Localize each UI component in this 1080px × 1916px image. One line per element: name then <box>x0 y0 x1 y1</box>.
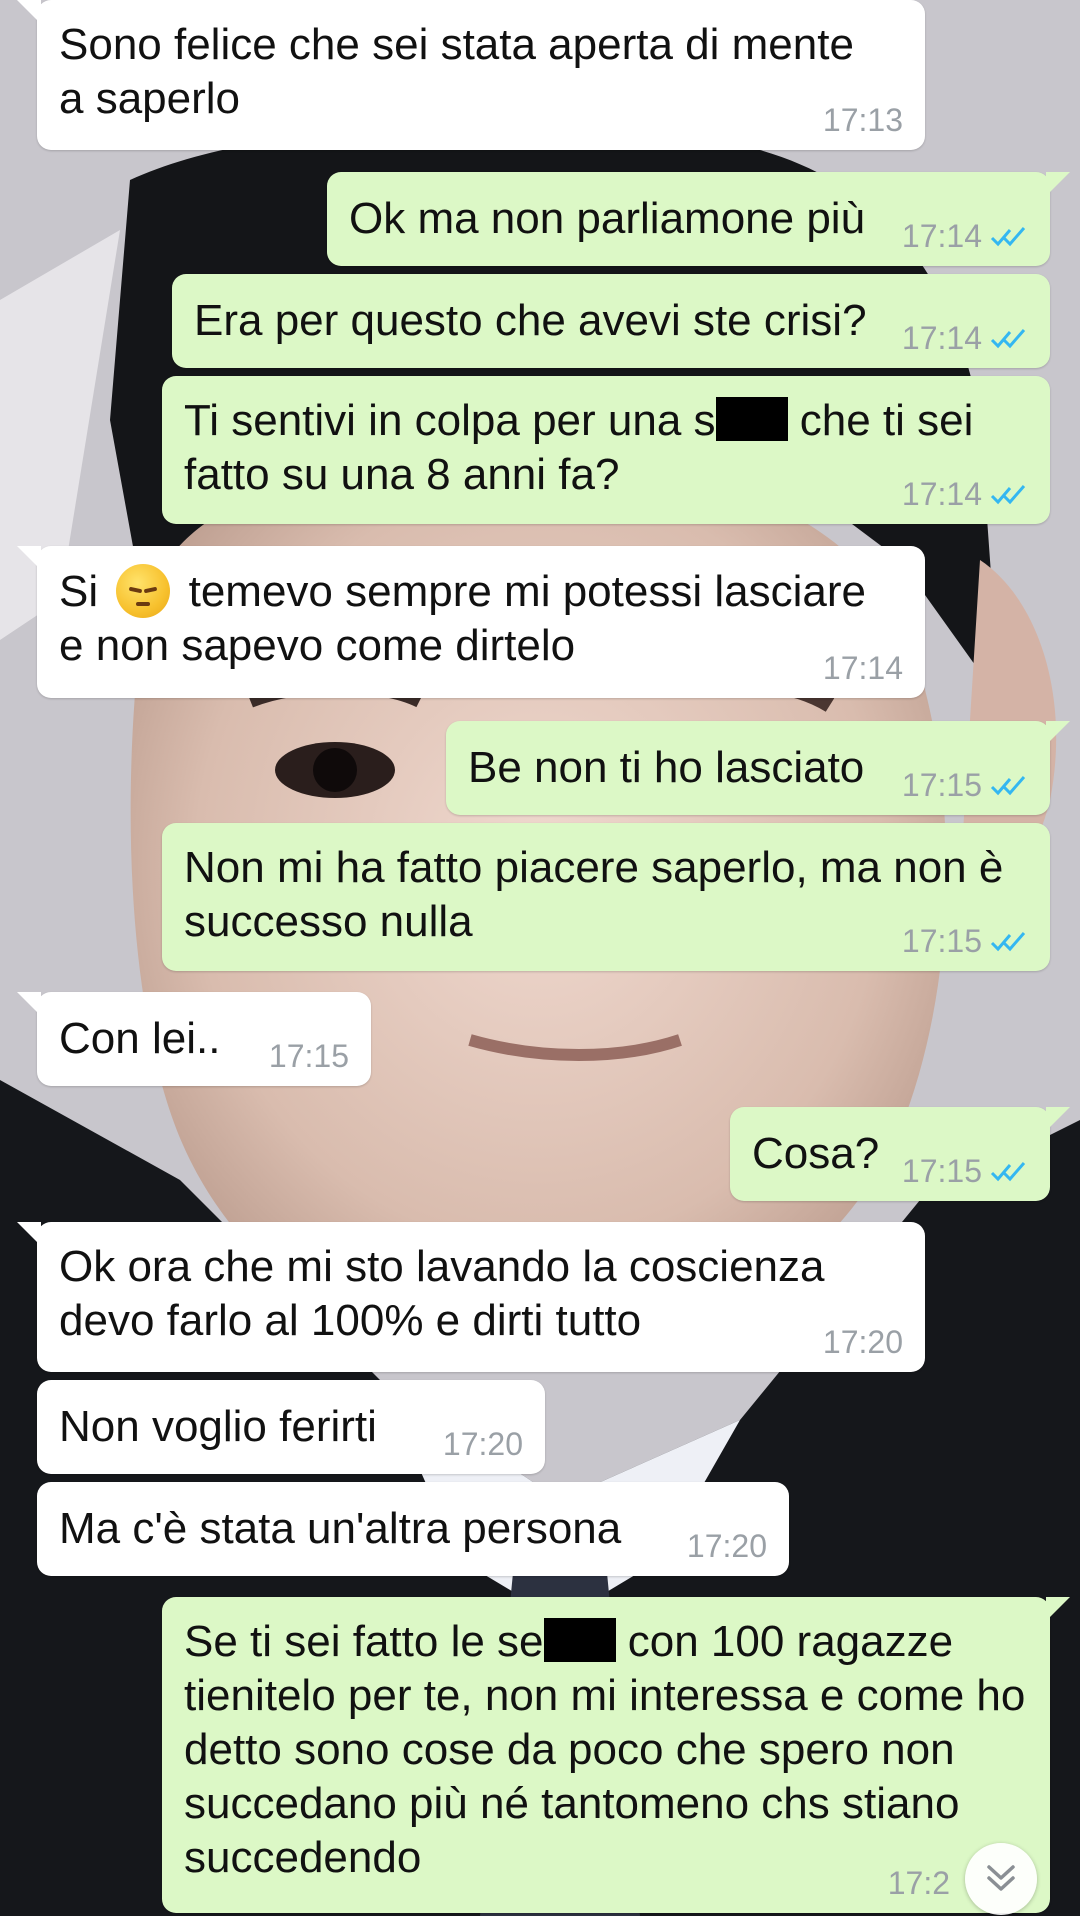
pensive-face-emoji <box>116 564 171 618</box>
message-bubble-outgoing[interactable]: Ok ma non parliamone più 17:14 <box>327 172 1070 266</box>
message-list[interactable]: Sono felice che sei stata aperta di ment… <box>0 0 1080 1916</box>
message-time: 17:14 <box>901 320 982 356</box>
redacted-word <box>543 1618 616 1662</box>
read-ticks-icon <box>990 776 1026 796</box>
message-bubble-outgoing[interactable]: Se ti sei fatto le se con 100 ragazze ti… <box>162 1597 1070 1913</box>
message-text: Ok ora che mi sto lavando la coscienza d… <box>59 1242 825 1345</box>
message-text: Si temevo sempre mi potessi lasciare e n… <box>59 564 899 673</box>
message-time: 17:15 <box>901 923 982 959</box>
message-text: Ok ma non parliamone più <box>349 194 866 243</box>
message-text: Be non ti ho lasciato <box>468 743 865 792</box>
message-time: 17:15 <box>901 1153 982 1189</box>
message-text: Ma c'è stata un'altra persona <box>59 1504 622 1553</box>
message-time: 17:20 <box>822 1324 903 1360</box>
message-bubble-outgoing[interactable]: Ti sentivi in colpa per una s che ti sei… <box>162 376 1050 524</box>
message-text: Se ti sei fatto le se con 100 ragazze ti… <box>184 1617 1026 1882</box>
message-time: 17:14 <box>901 218 982 254</box>
message-time: 17:15 <box>901 767 982 803</box>
message-bubble-outgoing[interactable]: Be non ti ho lasciato 17:15 <box>446 721 1070 815</box>
double-chevron-down-icon <box>987 1865 1015 1891</box>
message-text: Cosa? <box>752 1129 880 1178</box>
message-time: 17:20 <box>686 1528 767 1564</box>
message-bubble-incoming[interactable]: Con lei.. 17:15 <box>17 992 371 1086</box>
read-ticks-icon <box>990 227 1026 247</box>
message-text: Era per questo che avevi ste crisi? <box>194 296 867 345</box>
message-text: Sono felice che sei stata aperta di ment… <box>59 20 854 123</box>
message-text: Non voglio ferirti <box>59 1402 377 1451</box>
message-bubble-outgoing[interactable]: Era per questo che avevi ste crisi? 17:1… <box>172 274 1050 368</box>
message-bubble-incoming[interactable]: Ma c'è stata un'altra persona 17:20 <box>37 1482 789 1576</box>
message-time: 17:13 <box>822 102 903 138</box>
message-bubble-incoming[interactable]: Sono felice che sei stata aperta di ment… <box>17 0 925 150</box>
read-ticks-icon <box>990 485 1026 505</box>
message-bubble-outgoing[interactable]: Non mi ha fatto piacere saperlo, ma non … <box>162 823 1050 971</box>
read-ticks-icon <box>990 329 1026 349</box>
read-ticks-icon <box>990 932 1026 952</box>
message-time: 17:15 <box>268 1038 349 1074</box>
message-time: 17:14 <box>901 476 982 512</box>
message-time: 17:20 <box>442 1426 523 1462</box>
message-bubble-outgoing[interactable]: Cosa? 17:15 <box>730 1107 1070 1201</box>
message-text: Con lei.. <box>59 1014 221 1063</box>
message-bubble-incoming[interactable]: Si temevo sempre mi potessi lasciare e n… <box>17 546 925 698</box>
message-time: 17:2 <box>887 1865 950 1901</box>
message-time: 17:14 <box>822 650 903 686</box>
read-ticks-icon <box>990 1162 1026 1182</box>
message-bubble-incoming[interactable]: Non voglio ferirti 17:20 <box>37 1380 545 1474</box>
message-bubble-incoming[interactable]: Ok ora che mi sto lavando la coscienza d… <box>17 1222 925 1372</box>
redacted-word <box>715 397 788 441</box>
scroll-to-bottom-button[interactable] <box>965 1843 1037 1915</box>
